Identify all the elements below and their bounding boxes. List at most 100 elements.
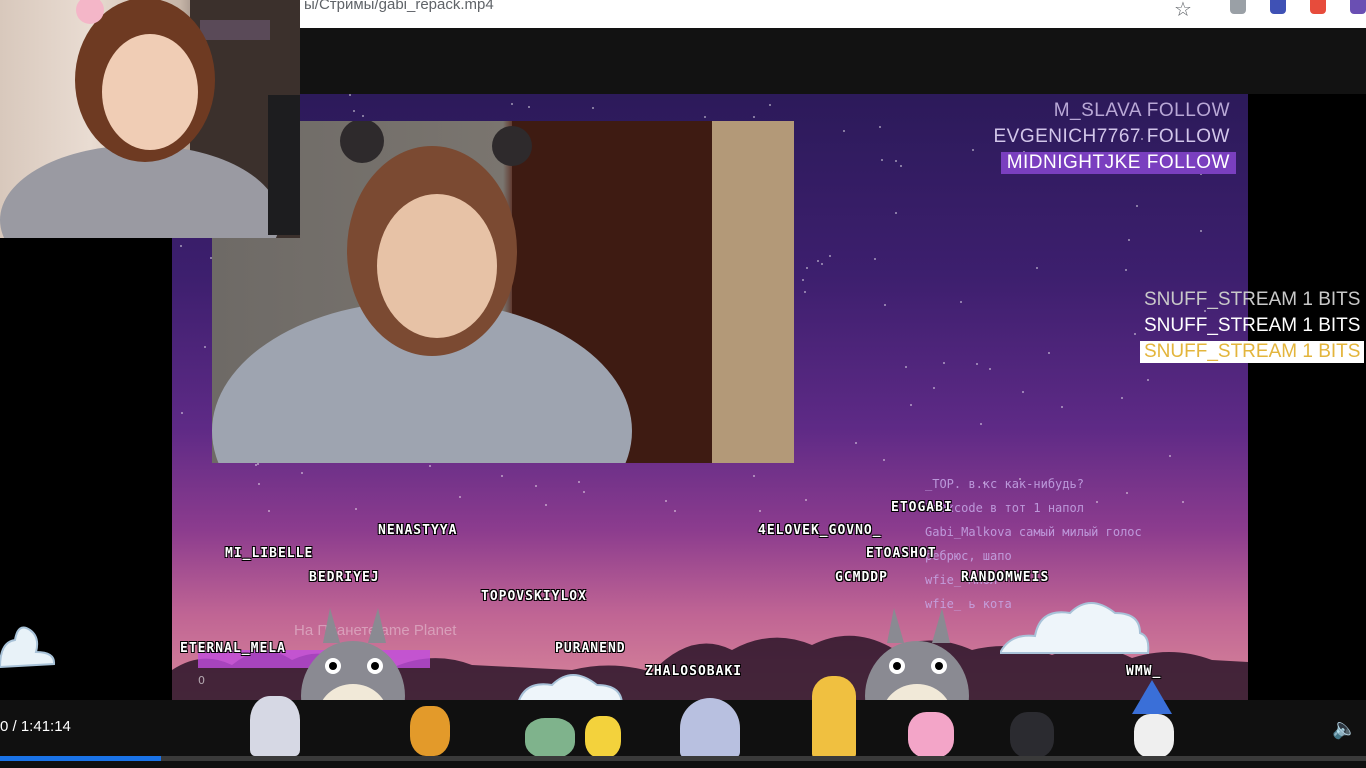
- seek-bar-progress[interactable]: [0, 756, 162, 761]
- star-dot: [828, 255, 831, 258]
- bits-alert-2: SNUFF_STREAM 1 BITS: [1144, 315, 1361, 336]
- star-dot: [535, 484, 538, 487]
- star-dot: [179, 245, 182, 248]
- chat-line: ребрюс, шапо: [925, 549, 1012, 563]
- star-dot: [988, 368, 991, 371]
- star-dot: [753, 116, 756, 119]
- follower-2: EVGENICH7767 FOLLOW: [993, 126, 1230, 147]
- star-dot: [971, 149, 974, 152]
- star-dot: [545, 504, 548, 507]
- cloud-sprite: [1000, 602, 1150, 654]
- dark-cat-sprite: [1010, 712, 1054, 758]
- star-dot: [181, 411, 184, 414]
- star-dot: [268, 510, 271, 513]
- star-dot: [882, 459, 885, 462]
- ghost-sprite: [680, 698, 740, 758]
- star-dot: [752, 474, 755, 477]
- star-dot: [979, 422, 982, 425]
- star-dot: [428, 465, 431, 468]
- extension-gift-icon[interactable]: [1350, 0, 1366, 14]
- star-dot: [884, 303, 887, 306]
- star-dot: [1035, 267, 1038, 270]
- volume-icon[interactable]: 🔈: [1332, 716, 1357, 740]
- extension-shield-icon[interactable]: [1230, 0, 1246, 14]
- star-dot: [904, 365, 907, 368]
- username-label: NENASTYYA: [378, 523, 458, 538]
- username-label: BEDRIYEJ: [309, 570, 380, 585]
- star-dot: [1199, 230, 1202, 233]
- star-dot: [843, 130, 846, 133]
- star-dot: [820, 262, 823, 265]
- chat-line: _TOP. в.кс как-нибудь?: [925, 477, 1084, 491]
- seek-bar[interactable]: [0, 756, 1366, 761]
- username-label: 4ELOVEK_GOVNO_: [758, 523, 882, 538]
- star-dot: [880, 158, 883, 161]
- bits-alert-3: SNUFF_STREAM 1 BITS: [1140, 341, 1365, 363]
- star-dot: [960, 300, 963, 303]
- star-dot: [802, 279, 805, 282]
- star-dot: [674, 510, 677, 512]
- star-dot: [806, 266, 809, 269]
- star-dot: [816, 260, 819, 263]
- url-text[interactable]: ы/Стримы/gabi_repack.mp4: [304, 0, 494, 13]
- star-dot: [203, 346, 206, 349]
- extension-red-icon[interactable]: [1310, 0, 1326, 14]
- star-dot: [805, 499, 807, 502]
- pikachu-sprite: [585, 716, 621, 758]
- star-dot: [257, 483, 260, 486]
- bits-alert-1: SNUFF_STREAM 1 BITS: [1144, 289, 1361, 310]
- star-dot: [578, 481, 581, 484]
- extension-cart-icon[interactable]: [1270, 0, 1286, 14]
- star-dot: [1022, 391, 1025, 394]
- star-dot: [768, 104, 771, 107]
- star-dot: [458, 495, 461, 498]
- star-dot: [361, 115, 364, 118]
- star-dot: [943, 362, 946, 365]
- star-dot: [976, 362, 979, 365]
- username-label: ETOASHOT: [866, 546, 937, 561]
- star-dot: [665, 500, 668, 503]
- star-dot: [1060, 406, 1063, 409]
- star-dot: [1125, 268, 1128, 271]
- chat-line: Gabi_Malkova самый милый голос: [925, 525, 1142, 539]
- star-dot: [527, 105, 530, 108]
- username-label: WMW_: [1126, 664, 1162, 679]
- star-dot: [804, 291, 807, 293]
- username-label: TOPOVSKIYLOX: [481, 589, 587, 604]
- star-dot: [1136, 205, 1139, 208]
- star-dot: [500, 475, 503, 478]
- star-dot: [895, 160, 898, 163]
- star-dot: [1048, 351, 1051, 354]
- cloud-sprite: [0, 626, 56, 669]
- star-dot: [591, 107, 594, 110]
- username-label: RANDOMWEIS: [961, 570, 1050, 585]
- pink-rabbit-sprite: [908, 712, 954, 758]
- ghost-pokemon-sprite: [250, 696, 300, 756]
- star-dot: [1121, 397, 1124, 400]
- star-dot: [900, 164, 903, 167]
- star-dot: [932, 387, 935, 390]
- star-dot: [894, 211, 897, 214]
- follower-1: M_SLAVA FOLLOW: [1053, 100, 1230, 121]
- star-dot: [349, 94, 352, 97]
- username-label: PURANEND: [555, 641, 626, 656]
- star-dot: [758, 509, 761, 512]
- star-dot: [353, 109, 356, 112]
- star-dot: [1134, 332, 1137, 335]
- star-dot: [1169, 455, 1172, 458]
- star-dot: [510, 103, 513, 106]
- bulbasaur-sprite: [525, 718, 575, 758]
- star-dot: [583, 491, 586, 494]
- facecam-person-image: [0, 0, 300, 238]
- star-dot: [873, 258, 876, 261]
- bookmark-star-icon[interactable]: ☆: [1174, 0, 1192, 21]
- star-dot: [1127, 238, 1130, 241]
- wizard-cat-sprite: [1120, 680, 1184, 758]
- game-counter: 0: [198, 674, 205, 687]
- chat-line: 1ааxcode в тот 1 напол: [925, 501, 1084, 515]
- username-label: GCMDDP: [835, 570, 888, 585]
- username-label: MI_LIBELLE: [225, 546, 314, 561]
- username-label: ETOGABI: [891, 500, 953, 515]
- username-label: ETERNAL_MELA: [180, 641, 286, 656]
- star-dot: [301, 471, 304, 474]
